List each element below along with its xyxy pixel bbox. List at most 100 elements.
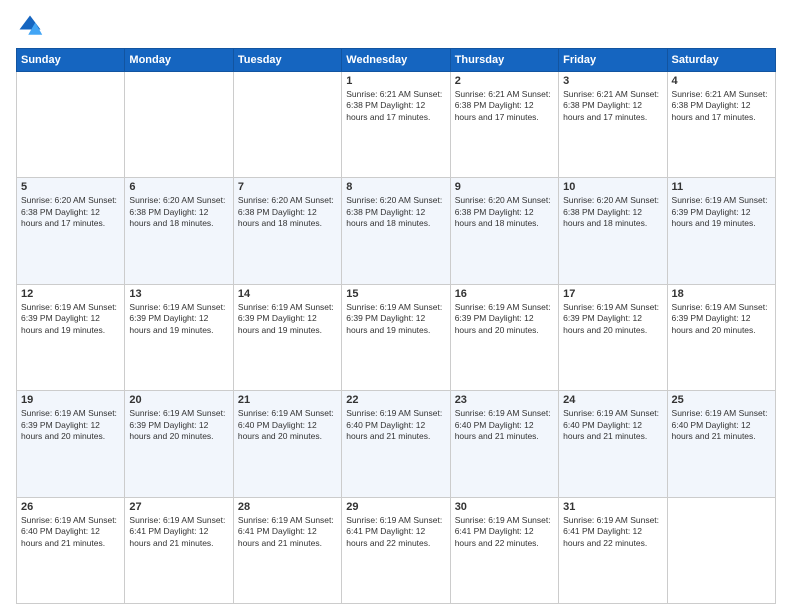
day-info: Sunrise: 6:19 AM Sunset: 6:39 PM Dayligh… bbox=[21, 302, 120, 336]
day-info: Sunrise: 6:19 AM Sunset: 6:39 PM Dayligh… bbox=[21, 408, 120, 442]
week-row-2: 12 Sunrise: 6:19 AM Sunset: 6:39 PM Dayli… bbox=[17, 284, 776, 390]
day-cell: 3 Sunrise: 6:21 AM Sunset: 6:38 PM Daylig… bbox=[559, 72, 667, 178]
calendar: SundayMondayTuesdayWednesdayThursdayFrid… bbox=[16, 48, 776, 604]
day-cell: 9 Sunrise: 6:20 AM Sunset: 6:38 PM Daylig… bbox=[450, 178, 558, 284]
day-number: 3 bbox=[563, 75, 662, 87]
weekday-header-row: SundayMondayTuesdayWednesdayThursdayFrid… bbox=[17, 49, 776, 72]
day-number: 11 bbox=[672, 181, 771, 193]
day-cell: 29 Sunrise: 6:19 AM Sunset: 6:41 PM Dayli… bbox=[342, 497, 450, 603]
day-number: 18 bbox=[672, 288, 771, 300]
day-cell: 1 Sunrise: 6:21 AM Sunset: 6:38 PM Daylig… bbox=[342, 72, 450, 178]
day-info: Sunrise: 6:19 AM Sunset: 6:39 PM Dayligh… bbox=[129, 408, 228, 442]
day-number: 9 bbox=[455, 181, 554, 193]
day-number: 5 bbox=[21, 181, 120, 193]
weekday-header-friday: Friday bbox=[559, 49, 667, 72]
weekday-header-thursday: Thursday bbox=[450, 49, 558, 72]
day-info: Sunrise: 6:21 AM Sunset: 6:38 PM Dayligh… bbox=[563, 89, 662, 123]
day-cell: 11 Sunrise: 6:19 AM Sunset: 6:39 PM Dayli… bbox=[667, 178, 775, 284]
day-number: 31 bbox=[563, 501, 662, 513]
day-number: 4 bbox=[672, 75, 771, 87]
day-cell: 14 Sunrise: 6:19 AM Sunset: 6:39 PM Dayli… bbox=[233, 284, 341, 390]
day-cell: 28 Sunrise: 6:19 AM Sunset: 6:41 PM Dayli… bbox=[233, 497, 341, 603]
day-cell: 27 Sunrise: 6:19 AM Sunset: 6:41 PM Dayli… bbox=[125, 497, 233, 603]
logo bbox=[16, 12, 48, 40]
day-cell bbox=[667, 497, 775, 603]
day-number: 26 bbox=[21, 501, 120, 513]
day-info: Sunrise: 6:20 AM Sunset: 6:38 PM Dayligh… bbox=[346, 195, 445, 229]
week-row-0: 1 Sunrise: 6:21 AM Sunset: 6:38 PM Daylig… bbox=[17, 72, 776, 178]
day-info: Sunrise: 6:19 AM Sunset: 6:39 PM Dayligh… bbox=[672, 302, 771, 336]
day-number: 27 bbox=[129, 501, 228, 513]
day-number: 15 bbox=[346, 288, 445, 300]
day-info: Sunrise: 6:20 AM Sunset: 6:38 PM Dayligh… bbox=[455, 195, 554, 229]
day-cell: 13Sunrise: 6:19 AM Sunset: 6:39 PM Dayli… bbox=[125, 284, 233, 390]
day-number: 30 bbox=[455, 501, 554, 513]
day-number: 7 bbox=[238, 181, 337, 193]
day-cell: 26 Sunrise: 6:19 AM Sunset: 6:40 PM Dayli… bbox=[17, 497, 125, 603]
logo-icon bbox=[16, 12, 44, 40]
day-cell: 10 Sunrise: 6:20 AM Sunset: 6:38 PM Dayli… bbox=[559, 178, 667, 284]
day-info: Sunrise: 6:21 AM Sunset: 6:38 PM Dayligh… bbox=[672, 89, 771, 123]
day-number: 8 bbox=[346, 181, 445, 193]
day-number: 16 bbox=[455, 288, 554, 300]
day-cell: 31 Sunrise: 6:19 AM Sunset: 6:41 PM Dayli… bbox=[559, 497, 667, 603]
day-cell: 5Sunrise: 6:20 AM Sunset: 6:38 PM Daylig… bbox=[17, 178, 125, 284]
day-info: Sunrise: 6:19 AM Sunset: 6:40 PM Dayligh… bbox=[346, 408, 445, 442]
week-row-1: 5 Sunrise: 6:20 AM Sunset: 6:38 PM Daylig… bbox=[17, 178, 776, 284]
week-row-4: 26 Sunrise: 6:19 AM Sunset: 6:40 PM Dayli… bbox=[17, 497, 776, 603]
day-cell: 23Sunrise: 6:19 AM Sunset: 6:40 PM Dayli… bbox=[450, 391, 558, 497]
day-info: Sunrise: 6:19 AM Sunset: 6:39 PM Dayligh… bbox=[672, 195, 771, 229]
day-cell: 2Sunrise: 6:21 AM Sunset: 6:38 PM Daylig… bbox=[450, 72, 558, 178]
day-number: 12 bbox=[21, 288, 120, 300]
day-info: Sunrise: 6:19 AM Sunset: 6:39 PM Dayligh… bbox=[346, 302, 445, 336]
day-info: Sunrise: 6:21 AM Sunset: 6:38 PM Dayligh… bbox=[346, 89, 445, 123]
day-info: Sunrise: 6:19 AM Sunset: 6:40 PM Dayligh… bbox=[672, 408, 771, 442]
day-info: Sunrise: 6:19 AM Sunset: 6:39 PM Dayligh… bbox=[129, 302, 228, 336]
day-cell: 20Sunrise: 6:19 AM Sunset: 6:39 PM Dayli… bbox=[125, 391, 233, 497]
day-number: 1 bbox=[346, 75, 445, 87]
day-info: Sunrise: 6:19 AM Sunset: 6:41 PM Dayligh… bbox=[563, 515, 662, 549]
day-info: Sunrise: 6:19 AM Sunset: 6:41 PM Dayligh… bbox=[238, 515, 337, 549]
header bbox=[16, 12, 776, 40]
day-cell: 6 Sunrise: 6:20 AM Sunset: 6:38 PM Daylig… bbox=[125, 178, 233, 284]
day-info: Sunrise: 6:21 AM Sunset: 6:38 PM Dayligh… bbox=[455, 89, 554, 123]
day-number: 25 bbox=[672, 394, 771, 406]
day-cell: 16 Sunrise: 6:19 AM Sunset: 6:39 PM Dayli… bbox=[450, 284, 558, 390]
day-number: 14 bbox=[238, 288, 337, 300]
day-info: Sunrise: 6:20 AM Sunset: 6:38 PM Dayligh… bbox=[129, 195, 228, 229]
page: SundayMondayTuesdayWednesdayThursdayFrid… bbox=[0, 0, 792, 612]
day-number: 6 bbox=[129, 181, 228, 193]
day-cell bbox=[17, 72, 125, 178]
weekday-header-monday: Monday bbox=[125, 49, 233, 72]
day-cell: 21 Sunrise: 6:19 AM Sunset: 6:40 PM Dayli… bbox=[233, 391, 341, 497]
weekday-header-sunday: Sunday bbox=[17, 49, 125, 72]
day-info: Sunrise: 6:19 AM Sunset: 6:39 PM Dayligh… bbox=[455, 302, 554, 336]
day-cell bbox=[233, 72, 341, 178]
day-number: 28 bbox=[238, 501, 337, 513]
day-cell: 30 Sunrise: 6:19 AM Sunset: 6:41 PM Dayli… bbox=[450, 497, 558, 603]
day-number: 17 bbox=[563, 288, 662, 300]
day-cell: 15 Sunrise: 6:19 AM Sunset: 6:39 PM Dayli… bbox=[342, 284, 450, 390]
day-number: 10 bbox=[563, 181, 662, 193]
day-cell: 25 Sunrise: 6:19 AM Sunset: 6:40 PM Dayli… bbox=[667, 391, 775, 497]
day-info: Sunrise: 6:19 AM Sunset: 6:40 PM Dayligh… bbox=[21, 515, 120, 549]
day-cell: 22 Sunrise: 6:19 AM Sunset: 6:40 PM Dayli… bbox=[342, 391, 450, 497]
weekday-header-tuesday: Tuesday bbox=[233, 49, 341, 72]
day-info: Sunrise: 6:19 AM Sunset: 6:40 PM Dayligh… bbox=[455, 408, 554, 442]
day-cell: 24Sunrise: 6:19 AM Sunset: 6:40 PM Dayli… bbox=[559, 391, 667, 497]
day-info: Sunrise: 6:19 AM Sunset: 6:39 PM Dayligh… bbox=[238, 302, 337, 336]
day-info: Sunrise: 6:19 AM Sunset: 6:41 PM Dayligh… bbox=[346, 515, 445, 549]
weekday-header-wednesday: Wednesday bbox=[342, 49, 450, 72]
day-info: Sunrise: 6:19 AM Sunset: 6:41 PM Dayligh… bbox=[455, 515, 554, 549]
week-row-3: 19Sunrise: 6:19 AM Sunset: 6:39 PM Dayli… bbox=[17, 391, 776, 497]
day-info: Sunrise: 6:19 AM Sunset: 6:40 PM Dayligh… bbox=[238, 408, 337, 442]
day-number: 24 bbox=[563, 394, 662, 406]
day-cell bbox=[125, 72, 233, 178]
day-number: 22 bbox=[346, 394, 445, 406]
day-number: 21 bbox=[238, 394, 337, 406]
day-info: Sunrise: 6:20 AM Sunset: 6:38 PM Dayligh… bbox=[563, 195, 662, 229]
day-info: Sunrise: 6:19 AM Sunset: 6:41 PM Dayligh… bbox=[129, 515, 228, 549]
day-number: 29 bbox=[346, 501, 445, 513]
day-info: Sunrise: 6:20 AM Sunset: 6:38 PM Dayligh… bbox=[238, 195, 337, 229]
weekday-header-saturday: Saturday bbox=[667, 49, 775, 72]
